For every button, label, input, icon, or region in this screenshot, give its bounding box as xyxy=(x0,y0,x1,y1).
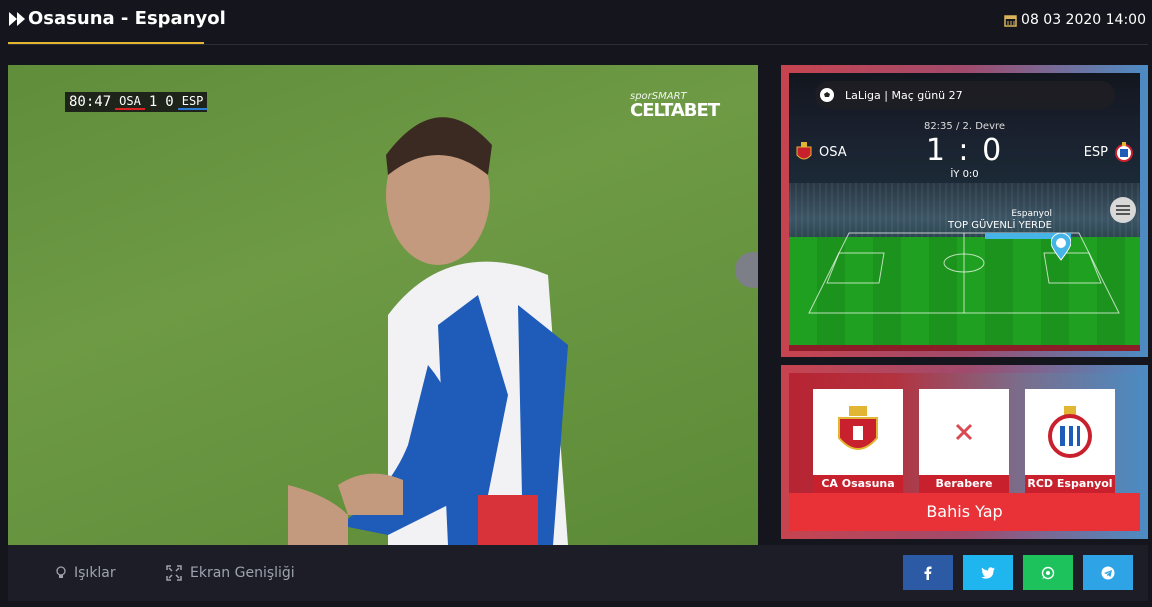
home-team-code: OSA xyxy=(819,144,847,160)
facebook-icon xyxy=(924,566,932,580)
close-x-icon xyxy=(955,423,973,441)
away-score: 0 xyxy=(165,94,174,110)
osasuna-crest-icon xyxy=(838,406,878,450)
away-code: ESP xyxy=(177,94,208,110)
bet-option-draw[interactable]: Berabere xyxy=(919,389,1009,493)
bet-card: CA Osasuna Berabere RCD Espanyol Bahis Y… xyxy=(789,373,1140,531)
home-team: OSA xyxy=(795,141,847,163)
soccer-ball-icon xyxy=(820,88,834,102)
match-widget: LaLiga | Maç günü 27 82:35 / 2. Devre 1 … xyxy=(781,65,1148,357)
espanyol-crest-icon xyxy=(1115,142,1133,162)
place-bet-button[interactable]: Bahis Yap xyxy=(789,493,1140,531)
bet-option-away[interactable]: RCD Espanyol xyxy=(1025,389,1115,493)
osasuna-crest-icon xyxy=(796,142,812,160)
fullscreen-label: Ekran Genişliği xyxy=(190,565,295,581)
pitch-lines xyxy=(808,232,1120,314)
fast-forward-icon xyxy=(9,11,25,26)
away-team-code: ESP xyxy=(1083,144,1108,160)
header: Osasuna - Espanyol 08 03 2020 14:00 xyxy=(0,0,1152,46)
lightbulb-icon xyxy=(56,566,66,578)
twitter-icon xyxy=(981,566,995,579)
match-date: 08 03 2020 14:00 xyxy=(1004,12,1146,28)
share-facebook-button[interactable] xyxy=(903,555,953,590)
bet-option-home[interactable]: CA Osasuna xyxy=(813,389,903,493)
menu-icon xyxy=(1116,205,1130,215)
bet-option-draw-label: Berabere xyxy=(919,475,1009,493)
bet-option-home-label: CA Osasuna xyxy=(813,475,903,493)
event-text: TOP GÜVENLİ YERDE xyxy=(948,219,1052,231)
video-frame xyxy=(288,117,758,545)
match-event: Espanyol TOP GÜVENLİ YERDE xyxy=(948,209,1052,231)
calendar-icon xyxy=(1004,14,1017,27)
expand-icon xyxy=(166,565,182,581)
home-code: OSA xyxy=(115,94,145,110)
match-clock: 80:47 xyxy=(69,94,112,110)
bet-widget: CA Osasuna Berabere RCD Espanyol Bahis Y… xyxy=(781,365,1148,539)
league-pill: LaLiga | Maç günü 27 xyxy=(815,81,1115,109)
league-text: LaLiga | Maç günü 27 xyxy=(845,88,963,102)
espanyol-crest-icon xyxy=(1048,406,1092,458)
match-tracker: LaLiga | Maç günü 27 82:35 / 2. Devre 1 … xyxy=(789,73,1140,351)
tv-scorebug: 80:47 OSA 1 0 ESP xyxy=(65,92,208,112)
video-player[interactable]: 80:47 OSA 1 0 ESP sporSMART CELTABET xyxy=(8,65,758,545)
away-team: ESP xyxy=(1084,141,1134,163)
broadcaster-logo: sporSMART CELTABET xyxy=(630,91,720,121)
home-score: 1 xyxy=(148,94,158,110)
draw-badge xyxy=(919,389,1009,475)
share-twitter-button[interactable] xyxy=(963,555,1013,590)
broadcaster-name: CELTABET xyxy=(630,100,720,121)
telegram-icon xyxy=(1101,566,1115,579)
page-title: Osasuna - Espanyol xyxy=(8,8,226,29)
date-text: 08 03 2020 14:00 xyxy=(1021,12,1146,28)
share-whatsapp-button[interactable] xyxy=(1023,555,1073,590)
location-pin-icon xyxy=(1050,232,1072,261)
lights-toggle[interactable]: Işıklar xyxy=(56,545,116,601)
share-telegram-button[interactable] xyxy=(1083,555,1133,590)
broadcaster-top: sporSMART xyxy=(630,91,687,102)
match-time: 82:35 / 2. Devre xyxy=(923,121,1006,132)
tracker-menu-button[interactable] xyxy=(1110,197,1136,223)
whatsapp-icon xyxy=(1041,566,1055,579)
lights-label: Işıklar xyxy=(74,565,116,581)
player-footer: Işıklar Ekran Genişliği xyxy=(8,545,1148,601)
osasuna-badge xyxy=(813,389,903,475)
event-team: Espanyol xyxy=(1011,209,1052,219)
half-time-score: İY 0:0 xyxy=(950,169,979,180)
fullscreen-toggle[interactable]: Ekran Genişliği xyxy=(166,545,295,601)
espanyol-badge xyxy=(1025,389,1115,475)
tracker-bottom-bar xyxy=(789,345,1140,351)
bet-option-away-label: RCD Espanyol xyxy=(1025,475,1115,493)
match-title: Osasuna - Espanyol xyxy=(28,8,226,29)
ball-marker xyxy=(1050,232,1072,265)
header-divider xyxy=(8,44,1148,45)
